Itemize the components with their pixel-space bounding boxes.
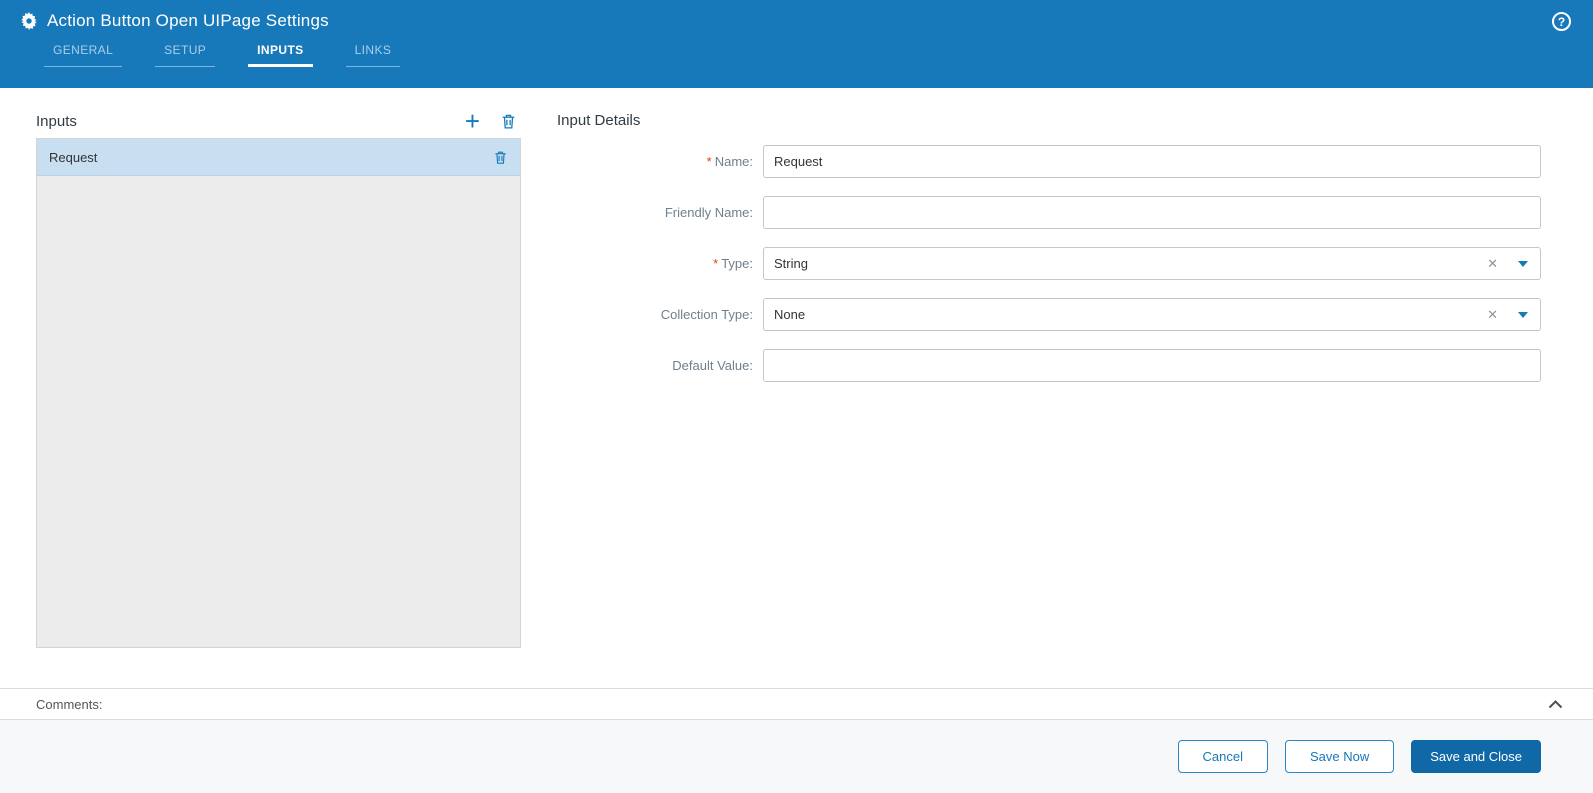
gear-icon — [20, 12, 38, 30]
collection-type-select-value: None — [774, 307, 806, 322]
chevron-up-icon[interactable] — [1548, 699, 1563, 709]
required-asterisk: * — [706, 154, 712, 169]
list-item-label: Request — [49, 149, 98, 165]
collection-type-label: Collection Type: — [660, 307, 753, 322]
chevron-down-icon[interactable] — [1518, 260, 1528, 267]
help-icon[interactable]: ? — [1552, 12, 1571, 31]
save-and-close-button[interactable]: Save and Close — [1411, 740, 1541, 773]
collection-type-select[interactable]: None ✕ — [763, 298, 1541, 331]
inputs-list: Request — [36, 138, 521, 648]
settings-window: Action Button Open UIPage Settings ? GEN… — [0, 0, 1593, 793]
inputs-panel: Inputs + Request — [36, 108, 521, 688]
main-content: Inputs + Request Input Details * Name: R… — [0, 88, 1593, 688]
tab-general[interactable]: GENERAL — [44, 43, 123, 67]
input-details-panel: Input Details *Name: Friendly Name: *Typ… — [557, 112, 1541, 688]
footer: Cancel Save Now Save and Close — [0, 720, 1593, 793]
required-asterisk: * — [713, 256, 719, 271]
list-item-request[interactable]: Request — [37, 139, 520, 176]
default-value-input[interactable] — [763, 349, 1541, 382]
name-label: * Name: — [706, 154, 753, 169]
friendly-name-label: Friendly Name: — [664, 205, 753, 220]
inputs-panel-header: Inputs + — [36, 108, 521, 138]
header: Action Button Open UIPage Settings ? GEN… — [0, 0, 1593, 88]
name-input[interactable] — [763, 145, 1541, 178]
inputs-actions: + — [465, 108, 517, 134]
clear-icon[interactable]: ✕ — [1487, 307, 1498, 323]
comments-bar: Comments: — [0, 688, 1593, 720]
tab-bar: GENERAL SETUP INPUTS LINKS — [44, 43, 1593, 67]
cancel-button[interactable]: Cancel — [1177, 740, 1268, 773]
default-value-row: Default Value: — [557, 349, 1541, 382]
type-row: * Type: String ✕ — [557, 247, 1541, 280]
collection-type-row: Collection Type: None ✕ — [557, 298, 1541, 331]
friendly-name-input[interactable] — [763, 196, 1541, 229]
add-input-button[interactable]: + — [465, 108, 480, 134]
default-value-label: Default Value: — [672, 358, 753, 373]
tab-links[interactable]: LINKS — [345, 43, 401, 67]
inputs-panel-title: Inputs — [36, 112, 77, 130]
type-select-value: String — [774, 256, 808, 271]
delete-item-icon[interactable] — [493, 150, 508, 165]
tab-inputs[interactable]: INPUTS — [248, 43, 313, 67]
chevron-down-icon[interactable] — [1518, 311, 1528, 318]
input-details-title: Input Details — [557, 112, 641, 129]
tab-setup[interactable]: SETUP — [155, 43, 216, 67]
page-title: Action Button Open UIPage Settings — [47, 11, 329, 30]
type-label: * Type: — [713, 256, 753, 271]
friendly-name-row: Friendly Name: — [557, 196, 1541, 229]
type-select[interactable]: String ✕ — [763, 247, 1541, 280]
save-now-button[interactable]: Save Now — [1284, 740, 1395, 773]
comments-label: Comments: — [36, 696, 103, 712]
clear-icon[interactable]: ✕ — [1487, 256, 1498, 272]
name-row: * Name: — [557, 145, 1541, 178]
delete-input-button[interactable] — [500, 113, 517, 130]
title-row: Action Button Open UIPage Settings — [0, 0, 1593, 31]
